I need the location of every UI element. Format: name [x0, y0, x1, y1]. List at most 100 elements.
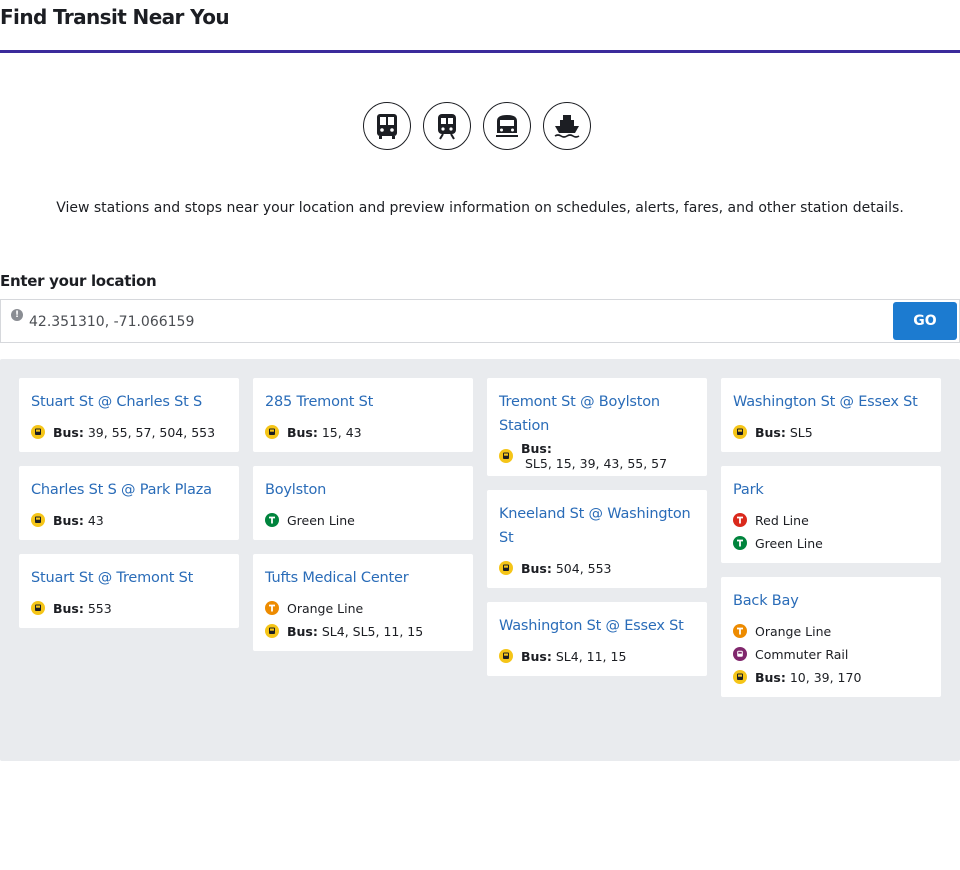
bus-route-icon [31, 425, 45, 439]
route-names: Red Line [755, 512, 809, 528]
stop-name-link[interactable]: Park [733, 478, 929, 502]
route-label: Bus: 504, 553 [521, 561, 612, 576]
route-label: Bus: SL5 [755, 425, 813, 440]
route-label: Bus: SL4, SL5, 11, 15 [287, 624, 423, 639]
route-label: Green Line [755, 536, 823, 551]
route-list: Bus: SL5 [733, 422, 929, 442]
route-names: SL4, 11, 15 [551, 648, 627, 664]
route-list: Green Line [265, 510, 461, 530]
route-mode-prefix: Bus: [521, 560, 552, 576]
page-title: Find Transit Near You [0, 5, 230, 29]
route-label: Red Line [755, 513, 809, 528]
route-label: Bus: SL5, 15, 39, 43, 55, 57 [521, 441, 695, 471]
route-mode-prefix: Bus: [53, 600, 84, 616]
stop-card: Boylston Green Line [253, 466, 473, 540]
route-row: Bus: SL4, SL5, 11, 15 [265, 621, 461, 641]
intro-text: View stations and stops near your locati… [56, 200, 904, 216]
route-row: Commuter Rail [733, 644, 929, 664]
location-search-box: ! GO [0, 299, 960, 343]
route-row: Red Line [733, 510, 929, 530]
green-line-icon [733, 536, 747, 550]
route-label: Bus: 553 [53, 601, 112, 616]
route-names: Orange Line [755, 623, 832, 639]
stop-name-link[interactable]: Tremont St @ Boylston Station [499, 390, 695, 438]
stop-card: Kneeland St @ Washington St Bus: 504, 553 [487, 490, 707, 588]
location-input[interactable] [29, 310, 869, 334]
route-label: Orange Line [287, 601, 363, 616]
route-label: Bus: 39, 55, 57, 504, 553 [53, 425, 215, 440]
stop-name-link[interactable]: 285 Tremont St [265, 390, 461, 414]
route-label: Commuter Rail [755, 647, 848, 662]
route-label: Bus: 15, 43 [287, 425, 362, 440]
route-list: Bus: 553 [31, 598, 227, 618]
stop-card: 285 Tremont St Bus: 15, 43 [253, 378, 473, 452]
transit-mode-icons [363, 102, 591, 150]
go-button[interactable]: GO [893, 302, 957, 340]
route-label: Green Line [287, 513, 355, 528]
route-list: Red Line Green Line [733, 510, 929, 553]
stop-name-link[interactable]: Washington St @ Essex St [499, 614, 695, 638]
stop-card: Back Bay Orange Line Commuter Rail Bus: 10,… [721, 577, 941, 697]
route-list: Bus: 504, 553 [499, 558, 695, 578]
route-label: Bus: 43 [53, 513, 104, 528]
route-row: Bus: SL5, 15, 39, 43, 55, 57 [499, 441, 695, 471]
route-row: Bus: 504, 553 [499, 558, 695, 578]
route-list: Bus: SL5, 15, 39, 43, 55, 57 [499, 441, 695, 471]
route-row: Green Line [265, 510, 461, 530]
stop-card: Park Red Line Green Line [721, 466, 941, 563]
route-mode-prefix: Bus: [53, 512, 84, 528]
route-names: Commuter Rail [755, 646, 849, 662]
route-mode-prefix: Bus: [755, 669, 786, 685]
bus-icon [363, 102, 411, 150]
route-row: Bus: SL4, 11, 15 [499, 646, 695, 666]
stop-name-link[interactable]: Kneeland St @ Washington St [499, 502, 695, 550]
route-list: Orange Line Bus: SL4, SL5, 11, 15 [265, 598, 461, 641]
bus-route-icon [499, 449, 513, 463]
route-mode-prefix: Bus: [287, 623, 318, 639]
bus-route-icon [733, 425, 747, 439]
results-column: Tremont St @ Boylston Station Bus: SL5, 1… [487, 378, 707, 676]
stop-name-link[interactable]: Tufts Medical Center [265, 566, 461, 590]
stop-card: Tremont St @ Boylston Station Bus: SL5, 1… [487, 378, 707, 476]
stop-name-link[interactable]: Back Bay [733, 589, 929, 613]
stop-card: Charles St S @ Park Plaza Bus: 43 [19, 466, 239, 540]
route-mode-prefix: Bus: [521, 648, 552, 664]
stop-name-link[interactable]: Boylston [265, 478, 461, 502]
results-column: 285 Tremont St Bus: 15, 43 Boylston Green L… [253, 378, 473, 651]
route-names: SL5, 15, 39, 43, 55, 57 [521, 456, 668, 471]
route-names: 504, 553 [551, 560, 612, 576]
route-mode-prefix: Bus: [521, 441, 552, 456]
stop-card: Stuart St @ Charles St S Bus: 39, 55, 57,… [19, 378, 239, 452]
commuter-rail-icon [483, 102, 531, 150]
stop-name-link[interactable]: Stuart St @ Tremont St [31, 566, 227, 590]
orange-line-icon [733, 624, 747, 638]
route-row: Bus: 39, 55, 57, 504, 553 [31, 422, 227, 442]
route-mode-prefix: Bus: [755, 424, 786, 440]
route-names: Green Line [755, 535, 823, 551]
stop-name-link[interactable]: Charles St S @ Park Plaza [31, 478, 227, 502]
route-names: 553 [83, 600, 112, 616]
bus-route-icon [31, 601, 45, 615]
route-names: Orange Line [287, 600, 364, 616]
route-row: Bus: SL5 [733, 422, 929, 442]
stop-card: Stuart St @ Tremont St Bus: 553 [19, 554, 239, 628]
route-row: Bus: 15, 43 [265, 422, 461, 442]
route-names: 39, 55, 57, 504, 553 [83, 424, 216, 440]
red-line-icon [733, 513, 747, 527]
route-mode-prefix: Bus: [287, 424, 318, 440]
bus-route-icon [265, 425, 279, 439]
route-names: Green Line [287, 512, 355, 528]
route-label: Bus: SL4, 11, 15 [521, 649, 626, 664]
bus-route-icon [265, 624, 279, 638]
route-names: 15, 43 [317, 424, 362, 440]
ferry-icon [543, 102, 591, 150]
stop-name-link[interactable]: Stuart St @ Charles St S [31, 390, 227, 414]
bus-route-icon [31, 513, 45, 527]
stop-card: Tufts Medical Center Orange Line Bus: SL4,… [253, 554, 473, 651]
stop-name-link[interactable]: Washington St @ Essex St [733, 390, 929, 414]
bus-route-icon [499, 561, 513, 575]
route-names: 10, 39, 170 [785, 669, 862, 685]
route-list: Bus: 43 [31, 510, 227, 530]
route-row: Bus: 10, 39, 170 [733, 667, 929, 687]
route-names: 43 [83, 512, 104, 528]
